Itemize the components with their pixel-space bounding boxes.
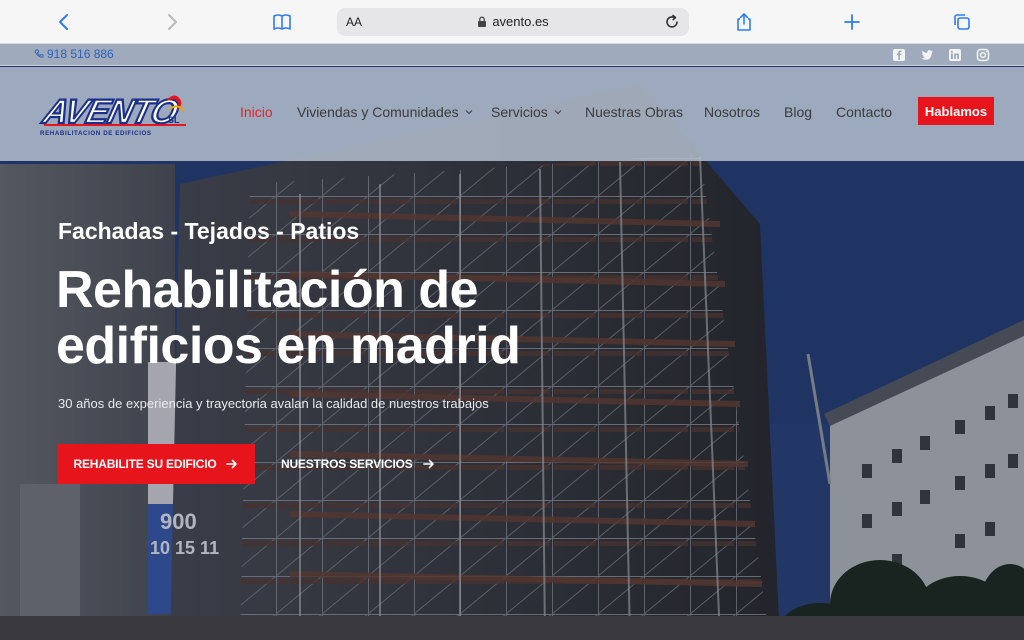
nuestros-servicios-button[interactable]: NUESTROS SERVICIOS <box>281 444 435 484</box>
url-display[interactable]: avento.es <box>337 14 689 29</box>
nav-item-label: Inicio <box>240 104 273 120</box>
hero-kicker: Fachadas - Tejados - Patios <box>58 218 360 244</box>
lock-icon <box>478 16 487 27</box>
new-tab-button[interactable] <box>838 8 866 36</box>
phone-icon <box>34 49 44 58</box>
phone-number: 918 516 886 <box>47 47 114 61</box>
chevron-down-icon <box>465 110 473 115</box>
facebook-icon[interactable] <box>892 48 906 62</box>
share-button[interactable] <box>730 8 758 36</box>
chevron-right-icon <box>168 14 177 30</box>
logo-suffix: SL <box>168 115 180 125</box>
nav-item-nosotros[interactable]: Nosotros <box>704 104 760 120</box>
tabs-icon <box>954 14 970 30</box>
secondary-button-label: NUESTROS SERVICIOS <box>281 457 413 471</box>
book-icon <box>273 14 291 30</box>
plus-icon <box>844 14 860 30</box>
hero-title-line-1: Rehabilitación de <box>56 261 479 319</box>
arrow-right-icon <box>226 459 238 469</box>
nav-item-blog[interactable]: Blog <box>784 104 812 120</box>
address-bar[interactable]: AA avento.es <box>337 8 689 36</box>
nav-item-contacto[interactable]: Contacto <box>836 104 892 120</box>
share-icon <box>737 13 751 31</box>
hero-title: Rehabilitación de edificios en madrid <box>56 262 616 374</box>
nav-item-servicios[interactable]: Servicios <box>491 104 562 120</box>
nav-item-label: Blog <box>784 104 813 120</box>
hablamos-button[interactable]: Hablamos <box>918 97 994 125</box>
nav-item-label: Nosotros <box>704 104 761 120</box>
linkedin-icon[interactable] <box>948 48 962 62</box>
next-section-edge <box>0 616 1024 640</box>
hero-title-line-2: edificios en madrid <box>56 317 521 375</box>
rehabilite-su-edificio-button[interactable]: REHABILITE SU EDIFICIO <box>57 444 255 484</box>
back-button[interactable] <box>50 8 78 36</box>
nav-item-label: Viviendas y Comunidades <box>297 104 459 120</box>
nav-item-label: Servicios <box>491 104 548 120</box>
reload-icon[interactable] <box>663 13 681 31</box>
browser-toolbar: AA avento.es <box>0 0 1024 44</box>
tabs-overview-button[interactable] <box>948 8 976 36</box>
nav-item-label: Nuestras Obras <box>585 104 684 120</box>
top-info-bar: 918 516 886 <box>0 44 1024 66</box>
chevron-down-icon <box>554 110 562 115</box>
bookmarks-button[interactable] <box>268 8 296 36</box>
arrow-right-icon <box>422 459 434 469</box>
chevron-left-icon <box>59 14 68 30</box>
nav-item-nuestras-obras[interactable]: Nuestras Obras <box>585 104 683 120</box>
avento-logo[interactable]: AVENTO SL REHABILITACION DE EDIFICIOS <box>36 89 192 139</box>
nav-item-viviendas[interactable]: Viviendas y Comunidades <box>297 104 473 120</box>
phone-link[interactable]: 918 516 886 <box>34 47 114 61</box>
logo-tagline: REHABILITACION DE EDIFICIOS <box>40 130 152 137</box>
nav-item-inicio[interactable]: Inicio <box>240 104 273 120</box>
url-text: avento.es <box>492 14 549 29</box>
hero-subtitle: 30 años de experiencia y trayectoria ava… <box>58 396 489 411</box>
forward-button[interactable] <box>158 8 186 36</box>
instagram-icon[interactable] <box>976 48 990 62</box>
primary-button-label: REHABILITE SU EDIFICIO <box>73 457 217 471</box>
twitter-icon[interactable] <box>920 48 934 62</box>
main-navigation: AVENTO SL REHABILITACION DE EDIFICIOS In… <box>0 67 1024 161</box>
nav-item-label: Contacto <box>836 104 893 120</box>
